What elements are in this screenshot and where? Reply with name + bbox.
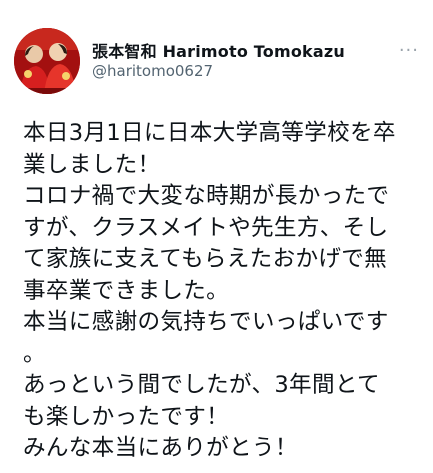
tweet-card: 張本智和 Harimoto Tomokazu @haritomo0627 ···… (0, 0, 433, 473)
tweet-text-line: 。 (23, 340, 46, 367)
author-display-name[interactable]: 張本智和 Harimoto Tomokazu (92, 38, 345, 62)
tweet-text-line: 本日3月1日に日本大学高等学校を卒 (23, 120, 396, 146)
avatar[interactable] (14, 28, 80, 94)
tweet-text-line: コロナ禍で大変な時期が長かったで (23, 183, 390, 209)
avatar-photo-icon (14, 28, 80, 94)
tweet-text-line: すが、クラスメイトや先生方、そし (23, 214, 389, 241)
tweet-text-line: も楽しかったです！ (23, 403, 230, 430)
tweet-text-line: あっという間でしたが、3年間とて (23, 372, 380, 398)
tweet-text-line: みんな本当にありがとう！ (23, 435, 298, 461)
tweet-text-line: 事卒業できました。 (23, 277, 230, 304)
tweet-text-line: 業しました！ (23, 151, 161, 178)
tweet-text-line: て家族に支えてもらえたおかげで無 (23, 246, 388, 272)
tweet-text: 本日3月1日に日本大学高等学校を卒 業しました！ コロナ禍で大変な時期が長かった… (23, 118, 421, 465)
author-handle[interactable]: @haritomo0627 (92, 62, 213, 80)
tweet-text-line: 本当に感謝の気持ちでいっぱいです (23, 309, 389, 335)
more-options-icon[interactable]: ··· (399, 40, 419, 61)
